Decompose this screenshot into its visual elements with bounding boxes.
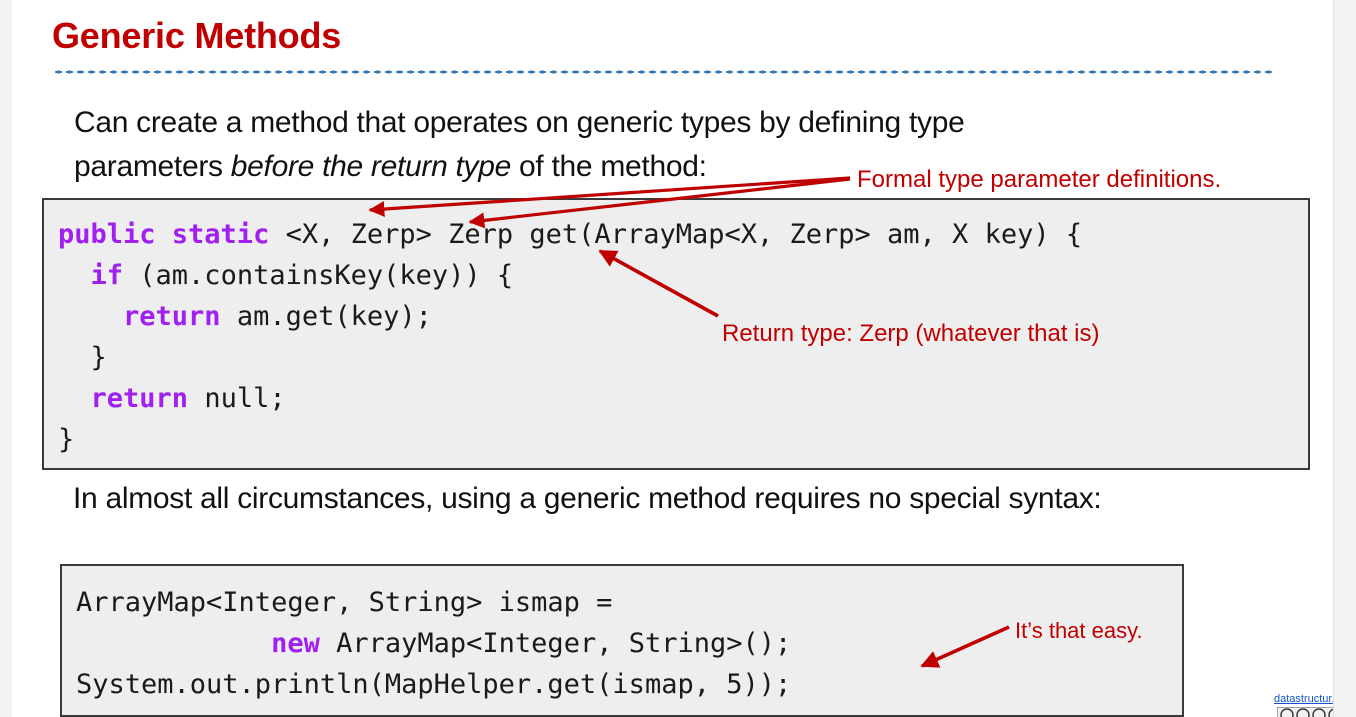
code-text: <X, Zerp> Zerp get(ArrayMap<X, Zerp> am,… xyxy=(269,219,1083,250)
annotation-return-type: Return type: Zerp (whatever that is) xyxy=(722,320,1100,347)
slide-right-margin xyxy=(1333,0,1356,717)
creative-commons-badge-icon[interactable] xyxy=(1277,707,1333,717)
code-line: } xyxy=(58,419,1308,460)
code-text: null; xyxy=(188,383,286,414)
code-text: } xyxy=(58,424,75,455)
code-line: public static <X, Zerp> Zerp get(ArrayMa… xyxy=(58,214,1308,255)
slide-canvas: Generic Methods Can create a method that… xyxy=(12,0,1333,717)
code-line: ArrayMap<Integer, String> ismap = xyxy=(76,582,1182,623)
title-dotted-rule xyxy=(53,70,1273,74)
annotation-its-that-easy: It’s that easy. xyxy=(1015,618,1143,643)
intro-line-2-emphasis: before the return type xyxy=(230,150,512,183)
code-keyword: public static xyxy=(58,219,270,250)
code-text: (am.containsKey(key)) { xyxy=(123,260,514,291)
code-keyword: if xyxy=(90,260,124,291)
code-line: return null; xyxy=(58,378,1308,419)
intro-line-2-prefix: parameters xyxy=(74,150,231,183)
code-line: System.out.println(MapHelper.get(ismap, … xyxy=(76,664,1182,705)
code-text: } xyxy=(58,342,107,373)
footer-site-link[interactable]: datastructur.es xyxy=(1274,693,1333,705)
code-keyword: return xyxy=(123,301,221,332)
code-line: } xyxy=(58,337,1308,378)
code-text: am.get(key); xyxy=(220,301,432,332)
code-line: if (am.containsKey(key)) { xyxy=(58,255,1308,296)
middle-paragraph: In almost all circumstances, using a gen… xyxy=(73,482,1102,515)
code-text: System.out.println(MapHelper.get(ismap, … xyxy=(76,669,792,700)
code-keyword: return xyxy=(90,383,189,414)
code-keyword: new xyxy=(271,628,320,659)
page-title: Generic Methods xyxy=(52,15,342,56)
code-line: return am.get(key); xyxy=(58,296,1308,337)
intro-line-1: Can create a method that operates on gen… xyxy=(74,106,965,139)
code-text: ArrayMap<Integer, String>(); xyxy=(319,628,792,659)
code-text: ArrayMap<Integer, String> ismap = xyxy=(76,587,613,618)
annotation-formal-type-parameters: Formal type parameter definitions. xyxy=(857,166,1222,193)
slide-root: Generic Methods Can create a method that… xyxy=(0,0,1356,717)
code-block-generic-method: public static <X, Zerp> Zerp get(ArrayMa… xyxy=(42,198,1310,470)
intro-line-2-suffix: of the method: xyxy=(511,150,707,183)
